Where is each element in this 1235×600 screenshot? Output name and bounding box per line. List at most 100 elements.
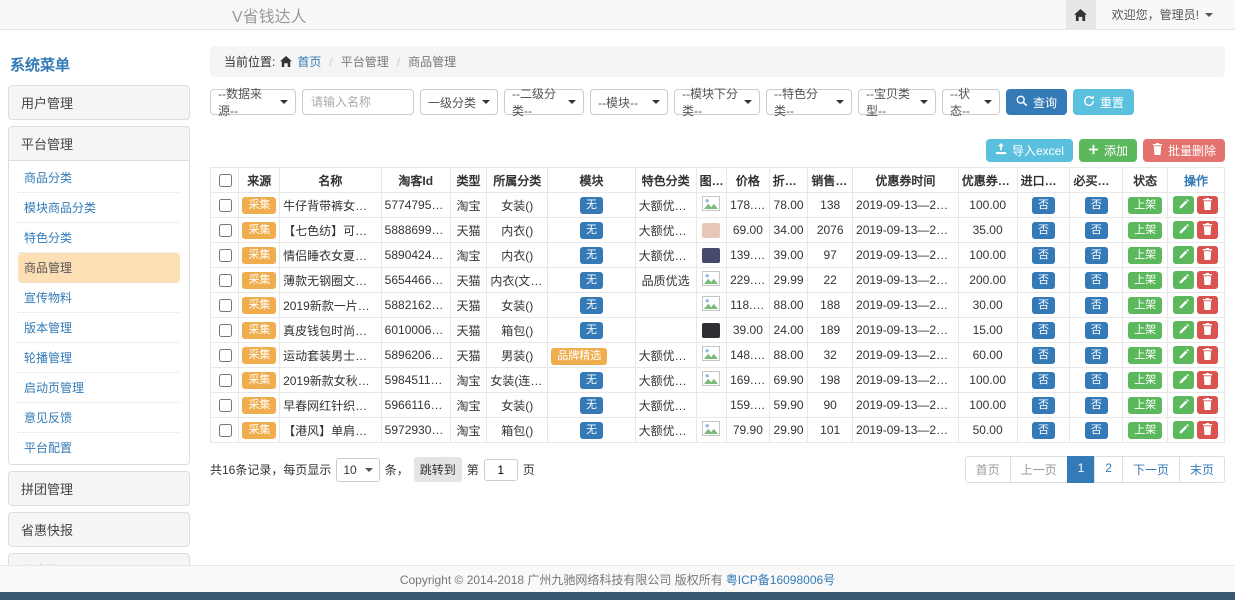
edit-button[interactable] xyxy=(1173,321,1194,339)
row-checkbox[interactable] xyxy=(219,349,232,362)
pager-item-4[interactable]: 下一页 xyxy=(1122,456,1180,483)
sidebar-item-2[interactable]: 特色分类 xyxy=(18,223,180,253)
must-buy-badge[interactable]: 否 xyxy=(1085,247,1108,264)
must-buy-badge[interactable]: 否 xyxy=(1085,222,1108,239)
edit-button[interactable] xyxy=(1173,346,1194,364)
module-badge[interactable]: 无 xyxy=(580,247,603,264)
sidebar-group-0[interactable]: 用户管理 xyxy=(9,86,189,119)
row-checkbox[interactable] xyxy=(219,224,232,237)
status-badge[interactable]: 上架 xyxy=(1128,197,1162,214)
status-badge[interactable]: 上架 xyxy=(1128,372,1162,389)
import-select-badge[interactable]: 否 xyxy=(1032,422,1055,439)
sidebar-item-9[interactable]: 平台配置 xyxy=(18,433,180,462)
sidebar-item-7[interactable]: 启动页管理 xyxy=(18,373,180,403)
module-badge[interactable]: 无 xyxy=(580,322,603,339)
row-checkbox[interactable] xyxy=(219,199,232,212)
must-buy-badge[interactable]: 否 xyxy=(1085,322,1108,339)
sidebar-item-3[interactable]: 商品管理 xyxy=(18,253,180,283)
import-select-badge[interactable]: 否 xyxy=(1032,272,1055,289)
module-badge[interactable]: 品牌精选 xyxy=(551,348,607,365)
filter-select-feature-category[interactable]: --特色分类-- xyxy=(766,89,852,115)
filter-select-level1-category[interactable]: 一级分类 xyxy=(420,89,498,115)
edit-button[interactable] xyxy=(1173,421,1194,439)
page-number-input[interactable] xyxy=(484,459,518,481)
filter-select-module-subcategory[interactable]: --模块下分类-- xyxy=(674,89,760,115)
icp-link[interactable]: 粤ICP备16098006号 xyxy=(726,571,835,588)
pager-item-3[interactable]: 2 xyxy=(1094,456,1123,483)
delete-button[interactable] xyxy=(1197,371,1218,389)
import-select-badge[interactable]: 否 xyxy=(1032,347,1055,364)
edit-button[interactable] xyxy=(1173,396,1194,414)
sidebar-item-1[interactable]: 模块商品分类 xyxy=(18,193,180,223)
sidebar-group-1[interactable]: 平台管理 xyxy=(9,127,189,160)
select-all-checkbox[interactable] xyxy=(219,174,232,187)
must-buy-badge[interactable]: 否 xyxy=(1085,347,1108,364)
delete-button[interactable] xyxy=(1197,196,1218,214)
delete-button[interactable] xyxy=(1197,421,1218,439)
must-buy-badge[interactable]: 否 xyxy=(1085,372,1108,389)
delete-button[interactable] xyxy=(1197,396,1218,414)
query-button[interactable]: 查询 xyxy=(1006,89,1067,115)
row-checkbox[interactable] xyxy=(219,249,232,262)
pager-item-5[interactable]: 末页 xyxy=(1179,456,1225,483)
edit-button[interactable] xyxy=(1173,371,1194,389)
status-badge[interactable]: 上架 xyxy=(1128,347,1162,364)
import-select-badge[interactable]: 否 xyxy=(1032,222,1055,239)
sidebar-item-6[interactable]: 轮播管理 xyxy=(18,343,180,373)
filter-select-status[interactable]: --状态-- xyxy=(942,89,1000,115)
import-excel-button[interactable]: 导入excel xyxy=(986,139,1073,162)
edit-button[interactable] xyxy=(1173,271,1194,289)
edit-button[interactable] xyxy=(1173,221,1194,239)
must-buy-badge[interactable]: 否 xyxy=(1085,397,1108,414)
status-badge[interactable]: 上架 xyxy=(1128,322,1162,339)
must-buy-badge[interactable]: 否 xyxy=(1085,297,1108,314)
import-select-badge[interactable]: 否 xyxy=(1032,372,1055,389)
filter-select-module[interactable]: --模块-- xyxy=(590,89,668,115)
sidebar-item-5[interactable]: 版本管理 xyxy=(18,313,180,343)
filter-select-data-source[interactable]: --数据来源-- xyxy=(210,89,296,115)
pager-item-2[interactable]: 1 xyxy=(1067,456,1096,483)
module-badge[interactable]: 无 xyxy=(580,197,603,214)
import-select-badge[interactable]: 否 xyxy=(1032,397,1055,414)
batch-delete-button[interactable]: 批量删除 xyxy=(1143,139,1225,162)
status-badge[interactable]: 上架 xyxy=(1128,247,1162,264)
filter-select-level2-category[interactable]: --二级分类-- xyxy=(504,89,584,115)
sidebar-item-4[interactable]: 宣传物料 xyxy=(18,283,180,313)
import-select-badge[interactable]: 否 xyxy=(1032,322,1055,339)
reset-button[interactable]: 重置 xyxy=(1073,89,1134,115)
delete-button[interactable] xyxy=(1197,271,1218,289)
status-badge[interactable]: 上架 xyxy=(1128,422,1162,439)
edit-button[interactable] xyxy=(1173,296,1194,314)
delete-button[interactable] xyxy=(1197,221,1218,239)
pager-item-1[interactable]: 上一页 xyxy=(1010,456,1068,483)
home-button[interactable] xyxy=(1066,0,1096,29)
breadcrumb-home-link[interactable]: 首页 xyxy=(297,53,321,70)
must-buy-badge[interactable]: 否 xyxy=(1085,272,1108,289)
row-checkbox[interactable] xyxy=(219,399,232,412)
edit-button[interactable] xyxy=(1173,196,1194,214)
status-badge[interactable]: 上架 xyxy=(1128,397,1162,414)
status-badge[interactable]: 上架 xyxy=(1128,272,1162,289)
add-button[interactable]: 添加 xyxy=(1079,139,1137,162)
pager-item-0[interactable]: 首页 xyxy=(965,456,1011,483)
delete-button[interactable] xyxy=(1197,321,1218,339)
module-badge[interactable]: 无 xyxy=(580,397,603,414)
row-checkbox[interactable] xyxy=(219,324,232,337)
sidebar-item-0[interactable]: 商品分类 xyxy=(18,163,180,193)
delete-button[interactable] xyxy=(1197,296,1218,314)
sidebar-group-3[interactable]: 省惠快报 xyxy=(9,513,189,546)
user-menu[interactable]: 欢迎您，管理员! xyxy=(1096,6,1235,23)
edit-button[interactable] xyxy=(1173,246,1194,264)
row-checkbox[interactable] xyxy=(219,299,232,312)
jump-button[interactable]: 跳转到 xyxy=(414,457,462,482)
module-badge[interactable]: 无 xyxy=(580,297,603,314)
must-buy-badge[interactable]: 否 xyxy=(1085,422,1108,439)
import-select-badge[interactable]: 否 xyxy=(1032,297,1055,314)
search-input[interactable] xyxy=(302,89,414,115)
row-checkbox[interactable] xyxy=(219,274,232,287)
module-badge[interactable]: 无 xyxy=(580,222,603,239)
status-badge[interactable]: 上架 xyxy=(1128,297,1162,314)
sidebar-group-2[interactable]: 拼团管理 xyxy=(9,472,189,505)
per-page-select[interactable]: 10 xyxy=(336,458,379,482)
delete-button[interactable] xyxy=(1197,246,1218,264)
